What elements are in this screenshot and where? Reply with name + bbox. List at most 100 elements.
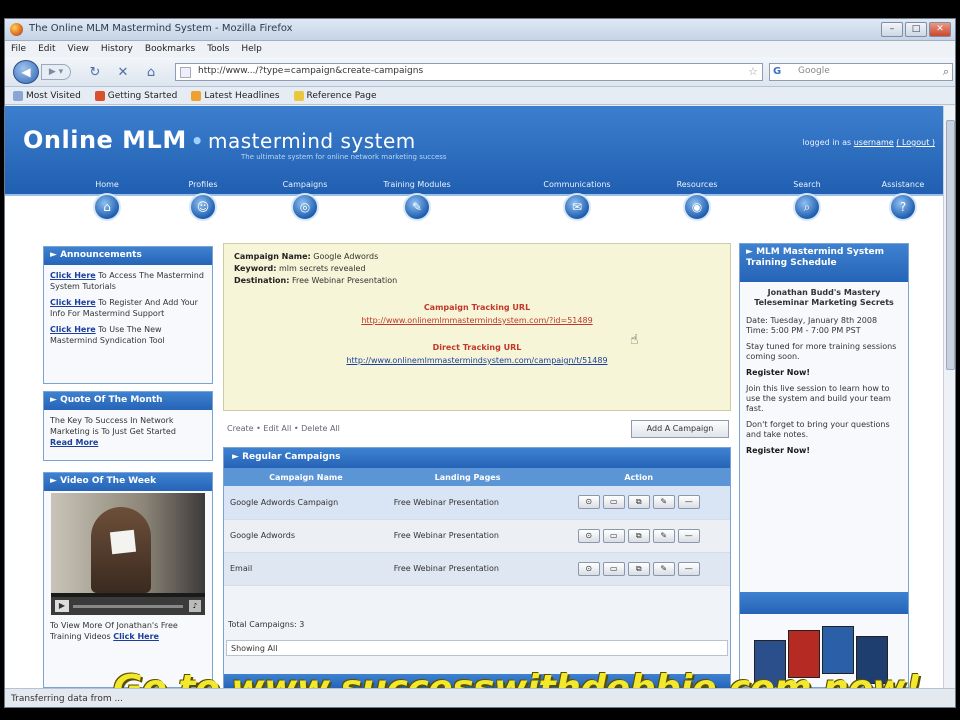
- delete-icon[interactable]: —: [677, 528, 700, 543]
- training-schedule-title: ► MLM Mastermind System Training Schedul…: [740, 244, 908, 282]
- announcements-box: ► Announcements Click Here To Access The…: [43, 246, 213, 384]
- direct-url-link[interactable]: http://www.onlinemlmmastermindsystem.com…: [234, 356, 720, 365]
- bookmark-latest-headlines[interactable]: Latest Headlines: [191, 90, 280, 101]
- edit-icon[interactable]: ✎: [652, 495, 675, 510]
- video-player[interactable]: ▶ ♪: [51, 493, 205, 615]
- window-title: The Online MLM Mastermind System - Mozil…: [29, 23, 293, 34]
- stats-icon[interactable]: ▭: [602, 495, 625, 510]
- promo-overlay-text: Go to www.successwithdebbie.com now!: [113, 668, 922, 688]
- search-box[interactable]: G Google ⌕: [769, 63, 953, 81]
- field-key: Campaign Name:: [234, 252, 311, 261]
- showing-filter[interactable]: Showing All: [226, 640, 728, 656]
- minimize-button[interactable]: –: [881, 22, 903, 37]
- video-seekbar[interactable]: [73, 605, 183, 608]
- close-button[interactable]: ✕: [929, 22, 951, 37]
- maximize-button[interactable]: □: [905, 22, 927, 37]
- edit-icon[interactable]: ✎: [652, 528, 675, 543]
- bookmark-label: Getting Started: [107, 90, 178, 101]
- bookmark-most-visited[interactable]: Most Visited: [13, 90, 81, 101]
- forward-button[interactable]: ▶ ▾: [41, 64, 71, 80]
- menu-file[interactable]: File: [11, 44, 26, 54]
- menu-history[interactable]: History: [101, 44, 133, 54]
- site-logo[interactable]: Online MLM • mastermind system: [23, 126, 416, 154]
- globe-icon: ◉: [683, 193, 711, 221]
- tracking-url-link[interactable]: http://www.onlinemlmmastermindsystem.com…: [234, 316, 720, 325]
- search-icon[interactable]: ⌕: [943, 65, 949, 79]
- announcement-link[interactable]: Click Here: [50, 271, 96, 280]
- quote-read-more-link[interactable]: Read More: [50, 438, 98, 447]
- campaign-tabs[interactable]: Create • Edit All • Delete All: [227, 424, 340, 433]
- play-icon[interactable]: ▶: [55, 600, 69, 612]
- nav-resources[interactable]: Resources ◉: [647, 180, 747, 221]
- reload-icon[interactable]: ↻: [87, 65, 103, 81]
- video-more-link[interactable]: Click Here: [113, 632, 159, 641]
- nav-profiles[interactable]: Profiles ☺: [153, 180, 253, 221]
- nav-home[interactable]: Home ⌂: [57, 180, 157, 221]
- campaign-name-cell[interactable]: Email: [224, 552, 388, 586]
- vertical-scrollbar[interactable]: [943, 106, 955, 688]
- view-icon[interactable]: ⊙: [577, 561, 600, 576]
- campaign-name-cell[interactable]: Google Adwords Campaign: [224, 486, 388, 520]
- announcements-title-text: Announcements: [60, 250, 142, 260]
- event-datetime: Date: Tuesday, January 8th 2008 Time: 5:0…: [746, 316, 902, 336]
- back-button[interactable]: ◀: [13, 60, 39, 84]
- nav-label: Training Modules: [383, 180, 451, 189]
- menu-view[interactable]: View: [68, 44, 89, 54]
- bookmark-label: Reference Page: [306, 90, 377, 101]
- view-icon[interactable]: ⊙: [577, 528, 600, 543]
- stop-icon[interactable]: ✕: [115, 65, 131, 81]
- announcement-item: Click Here To Use The New Mastermind Syn…: [50, 324, 206, 346]
- login-text: logged in as: [802, 138, 852, 147]
- field-value: Google Adwords: [313, 252, 379, 261]
- menu-bookmarks[interactable]: Bookmarks: [145, 44, 195, 54]
- field-key: Keyword:: [234, 264, 277, 273]
- home-icon[interactable]: ⌂: [143, 65, 159, 81]
- copy-icon[interactable]: ⧉: [627, 528, 650, 543]
- url-bar[interactable]: http://www.../?type=campaign&create-camp…: [175, 63, 763, 81]
- menu-help[interactable]: Help: [241, 44, 262, 54]
- scrollbar-thumb[interactable]: [946, 120, 955, 370]
- menu-tools[interactable]: Tools: [207, 44, 229, 54]
- action-cell: ⊙ ▭ ⧉ ✎ —: [547, 519, 730, 553]
- video-paper: [109, 529, 137, 555]
- announcement-link[interactable]: Click Here: [50, 325, 96, 334]
- nav-assistance[interactable]: Assistance?: [853, 180, 943, 221]
- tracking-url-title: Campaign Tracking URL: [423, 303, 531, 312]
- logout-link[interactable]: ( Logout ): [896, 138, 935, 147]
- campaigns-title-text: Regular Campaigns: [242, 452, 341, 462]
- event-description: Join this live session to learn how to u…: [746, 384, 891, 413]
- volume-icon[interactable]: ♪: [189, 600, 201, 612]
- edit-icon[interactable]: ✎: [652, 561, 675, 576]
- video-box: ► Video Of The Week ▶ ♪ To View More Of …: [43, 472, 213, 688]
- register-link[interactable]: Register Now!: [746, 368, 902, 378]
- nav-communications[interactable]: Communications ✉: [527, 180, 627, 221]
- copy-icon[interactable]: ⧉: [627, 561, 650, 576]
- url-text: http://www.../?type=campaign&create-camp…: [198, 66, 424, 76]
- video-controls: ▶ ♪: [51, 597, 205, 615]
- add-campaign-button[interactable]: Add A Campaign: [631, 420, 729, 438]
- delete-icon[interactable]: —: [677, 561, 700, 576]
- nav-campaigns[interactable]: Campaigns ◎: [255, 180, 355, 221]
- delete-icon[interactable]: —: [677, 495, 700, 510]
- stats-icon[interactable]: ▭: [602, 528, 625, 543]
- announcement-link[interactable]: Click Here: [50, 298, 96, 307]
- table-row: Google Adwords Free Webinar Presentation…: [224, 519, 730, 553]
- campaign-name-cell[interactable]: Google Adwords: [224, 519, 388, 553]
- register-link[interactable]: Register Now!: [746, 446, 902, 456]
- nav-training[interactable]: Training Modules ✎: [367, 180, 467, 221]
- view-icon[interactable]: ⊙: [577, 495, 600, 510]
- menu-edit[interactable]: Edit: [38, 44, 55, 54]
- bookmark-getting-started[interactable]: Getting Started: [94, 90, 178, 101]
- row-actions: ⊙ ▭ ⧉ ✎ —: [553, 495, 724, 510]
- nav-label: Resources: [676, 180, 718, 189]
- event-description: Don't forget to bring your questions and…: [746, 420, 890, 439]
- copy-icon[interactable]: ⧉: [627, 495, 650, 510]
- field-keyword: Keyword: mlm secrets revealed: [234, 264, 720, 273]
- nav-search[interactable]: Search ⌕: [757, 180, 857, 221]
- bookmark-star-icon[interactable]: ☆: [748, 65, 758, 78]
- bookmark-reference[interactable]: Reference Page: [293, 90, 377, 101]
- google-icon: G: [773, 66, 782, 77]
- back-arrow-icon: ◀: [21, 65, 31, 79]
- stats-icon[interactable]: ▭: [602, 561, 625, 576]
- login-username[interactable]: username: [854, 138, 894, 147]
